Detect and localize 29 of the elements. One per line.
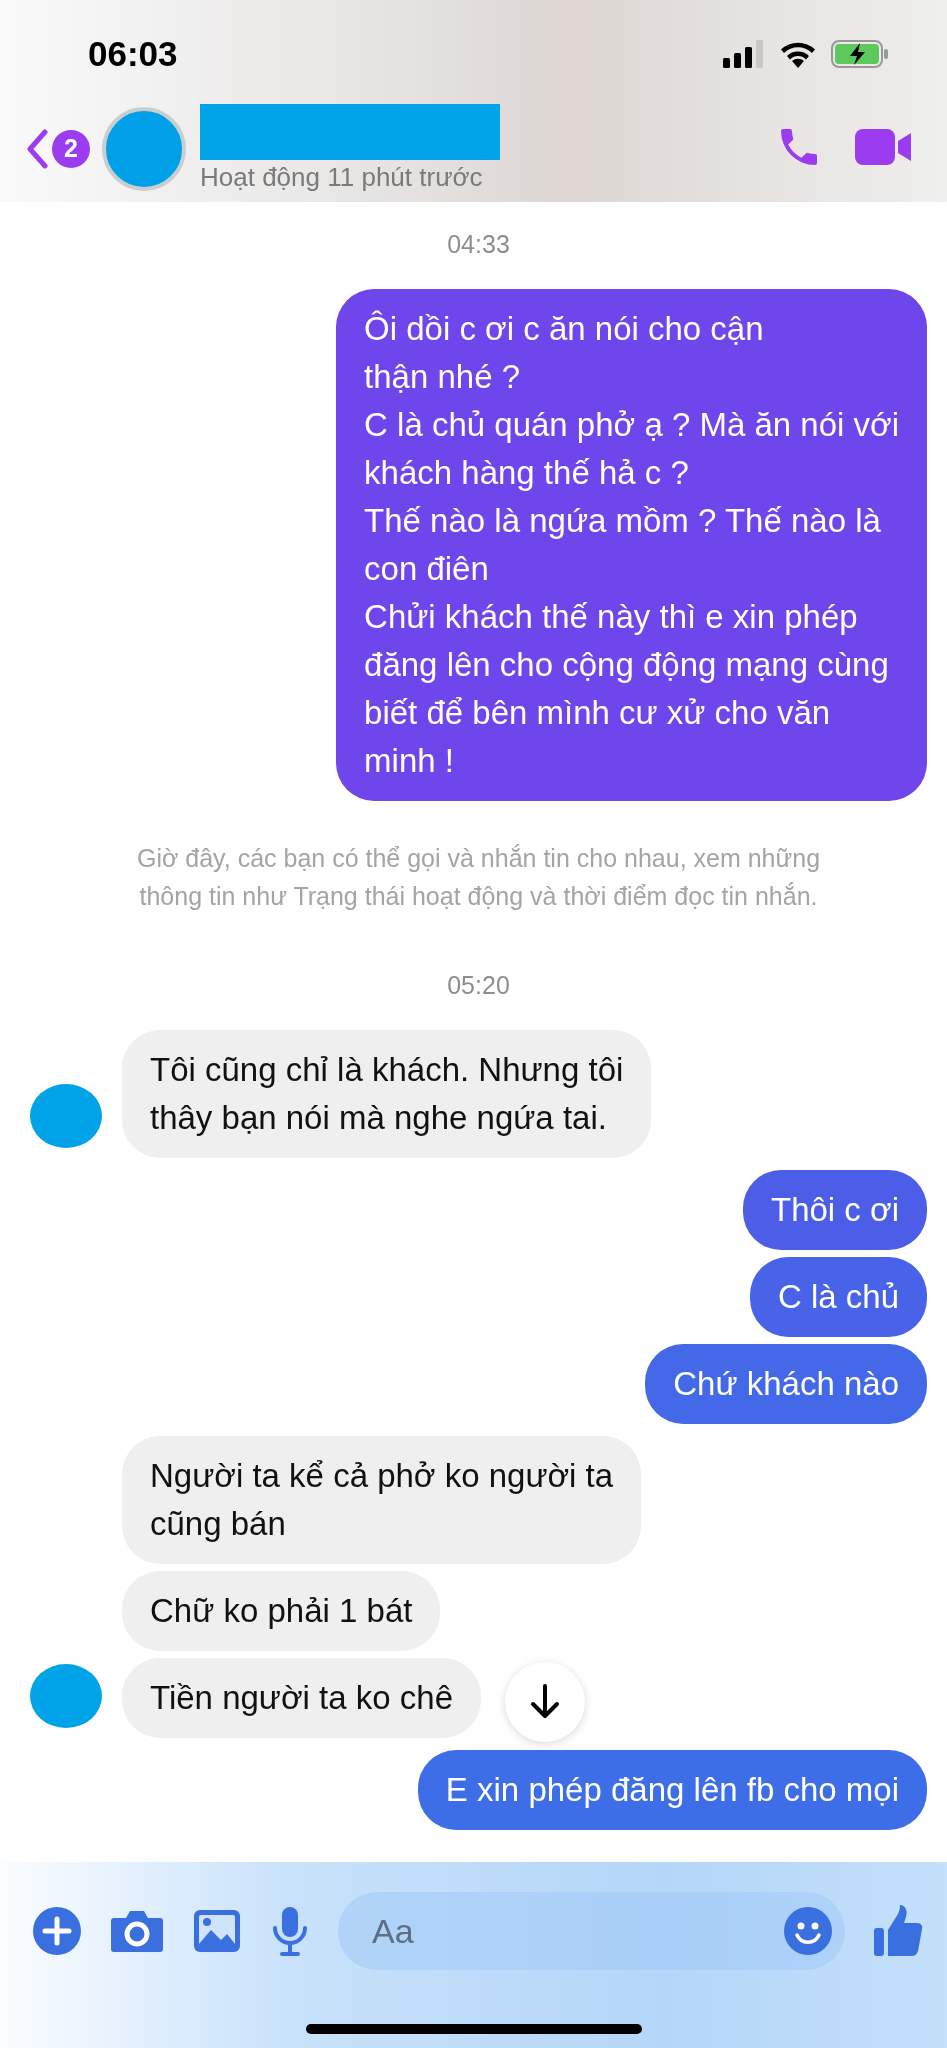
message-input[interactable]: Aa <box>338 1892 845 1970</box>
activity-status: Hoạt động 11 phút trước <box>200 162 484 193</box>
sent-message: Ôi dồi c ơi c ăn nói cho cận thận nhé ? C là chủ quán phở ạ ? Mà ăn nói với khách hàng thế hả c ? Thế nào là ngứa mồm ? Thế nào là con điên Chửi khách thế này thì e xin phép đăng lên cho cộng động mạng cùng biết để bên mình cư xử cho văn minh ! <box>336 289 927 801</box>
scroll-down-button[interactable] <box>505 1662 585 1742</box>
status-time: 06:03 <box>88 34 178 74</box>
sent-message: Chứ khách nào <box>645 1344 927 1424</box>
signal-icon <box>723 40 765 68</box>
like-button[interactable] <box>873 1904 923 1958</box>
microphone-button[interactable] <box>270 1906 310 1956</box>
camera-button[interactable] <box>110 1908 164 1954</box>
received-message: Chữ ko phải 1 bát <box>122 1571 441 1651</box>
received-message: Tôi cũng chỉ là khách. Nhưng tôi thây bạn nói mà nghe ngứa tai. <box>122 1030 652 1158</box>
privacy-notice: Giờ đây, các bạn có thể gọi và nhắn tin cho nhau, xem những thông tin như Trạng thái hoạt động và thời điểm đọc tin nhắn. <box>136 843 821 912</box>
image-button[interactable] <box>192 1908 242 1954</box>
sent-message: C là chủ <box>749 1257 927 1337</box>
add-button[interactable] <box>32 1906 82 1956</box>
received-message: Tiền người ta ko chê <box>122 1658 481 1738</box>
wifi-icon <box>779 40 817 68</box>
chevron-left-icon <box>26 128 48 169</box>
received-message: Người ta kể cả phở ko người ta cũng bán <box>122 1436 642 1564</box>
unread-badge: 2 <box>52 129 90 168</box>
back-button[interactable]: 2 <box>26 128 90 169</box>
timestamp: 04:33 <box>447 230 510 259</box>
timestamp: 05:20 <box>447 971 510 1000</box>
emoji-icon[interactable] <box>783 1906 833 1956</box>
arrow-down-icon <box>529 1684 561 1720</box>
sent-message: Thôi c ơi <box>743 1170 927 1250</box>
battery-icon <box>831 40 889 68</box>
sent-message: E xin phép đăng lên fb cho mọi <box>417 1750 927 1830</box>
